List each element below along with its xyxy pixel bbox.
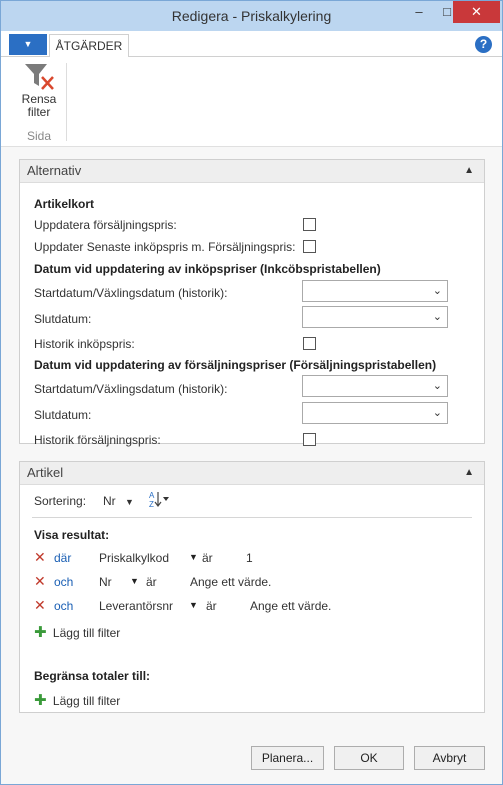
svg-text:Z: Z — [149, 500, 154, 509]
add-totals-filter-button[interactable]: ✚ Lägg till filter — [34, 691, 120, 709]
plus-icon: ✚ — [34, 692, 47, 709]
chevron-down-icon: ⌄ — [432, 407, 442, 419]
close-button[interactable]: ✕ — [453, 1, 500, 23]
filter-operator: är — [206, 599, 217, 613]
purchase-history-checkbox[interactable] — [303, 337, 316, 350]
remove-filter-icon[interactable]: ✕ — [34, 597, 46, 614]
purchase-end-label: Slutdatum: — [34, 312, 92, 326]
ok-button[interactable]: OK — [334, 746, 404, 770]
chevron-down-icon[interactable]: ▼ — [189, 600, 198, 610]
limit-totals-label: Begränsa totaler till: — [34, 669, 151, 683]
sales-end-date-field[interactable]: ⌄ — [302, 402, 448, 424]
item-panel-header[interactable]: Artikel ▲ — [20, 462, 484, 485]
app-menu-button[interactable]: ▼ — [9, 34, 47, 55]
update-sales-price-label: Uppdatera försäljningspris: — [34, 218, 177, 232]
filter-row: ✕ där Priskalkylkod ▼ är 1 — [34, 549, 474, 569]
item-panel-title: Artikel — [27, 465, 64, 480]
purchase-start-date-field[interactable]: ⌄ — [302, 280, 448, 302]
sort-field-select[interactable]: Nr ▼ — [103, 494, 134, 508]
dialog-window: Redigera - Priskalkylering – □ ✕ ▼ ÅTGÄR… — [0, 0, 503, 785]
options-panel-title: Alternativ — [27, 163, 82, 178]
add-filter-label: Lägg till filter — [52, 626, 121, 640]
purchase-history-label: Historik inköpspris: — [34, 337, 135, 351]
sort-field-value: Nr — [103, 494, 116, 508]
dialog-button-bar: Planera... OK Avbryt — [1, 727, 502, 784]
ribbon: Rensa filter Sida — [1, 57, 502, 147]
chevron-down-icon: ⌄ — [432, 311, 442, 323]
svg-text:A: A — [149, 491, 155, 500]
filter-row: ✕ och Leverantörsnr ▼ är Ange ett värde. — [34, 597, 474, 617]
sales-start-date-field[interactable]: ⌄ — [302, 375, 448, 397]
item-panel: Artikel ▲ Sortering: Nr ▼ A Z Visa resul… — [19, 461, 485, 713]
section-sales-dates: Datum vid uppdatering av försäljningspri… — [34, 358, 437, 372]
chevron-down-icon: ⌄ — [432, 380, 442, 392]
options-panel: Alternativ ▲ Artikelkort Uppdatera försä… — [19, 159, 485, 447]
filter-operator: är — [146, 575, 157, 589]
chevron-down-icon: ▼ — [125, 497, 134, 507]
sort-ascending-icon: A Z — [149, 491, 169, 509]
sales-start-label: Startdatum/Växlingsdatum (historik): — [34, 382, 228, 396]
minimize-button[interactable]: – — [405, 1, 433, 23]
divider — [32, 517, 472, 518]
purchase-start-label: Startdatum/Växlingsdatum (historik): — [34, 286, 228, 300]
options-panel-header[interactable]: Alternativ ▲ — [20, 160, 484, 183]
chevron-down-icon[interactable]: ▼ — [189, 552, 198, 562]
plus-icon: ✚ — [34, 624, 47, 641]
clear-filter-icon — [25, 64, 54, 90]
collapse-icon[interactable]: ▲ — [464, 160, 474, 182]
filter-value[interactable]: Ange ett värde. — [250, 599, 331, 613]
filter-connector: och — [54, 599, 74, 613]
sales-end-label: Slutdatum: — [34, 408, 92, 422]
show-results-label: Visa resultat: — [34, 528, 110, 542]
ribbon-tab-bar: ▼ ÅTGÄRDER ? — [1, 31, 502, 58]
cancel-button[interactable]: Avbryt — [414, 746, 485, 770]
filter-value[interactable]: 1 — [246, 551, 253, 565]
filter-operator: är — [202, 551, 213, 565]
update-last-purchase-checkbox[interactable] — [303, 240, 316, 253]
filter-connector: där — [54, 551, 72, 565]
filter-field[interactable]: Nr — [99, 575, 112, 589]
ribbon-group-label: Sida — [26, 129, 52, 143]
add-totals-filter-label: Lägg till filter — [52, 694, 121, 708]
update-last-purchase-label: Uppdater Senaste inköpspris m. Försäljni… — [34, 240, 296, 254]
plan-button[interactable]: Planera... — [251, 746, 324, 770]
ribbon-divider — [66, 63, 67, 141]
sales-history-checkbox[interactable] — [303, 433, 316, 446]
clear-filter-button[interactable]: Rensa filter — [13, 61, 65, 127]
filter-connector: och — [54, 575, 74, 589]
purchase-end-date-field[interactable]: ⌄ — [302, 306, 448, 328]
chevron-down-icon: ⌄ — [432, 285, 442, 297]
clear-filter-label-2: filter — [27, 105, 51, 119]
add-filter-button[interactable]: ✚ Lägg till filter — [34, 623, 120, 641]
clear-filter-label-1: Rensa — [21, 92, 57, 106]
sort-direction-button[interactable]: A Z — [148, 489, 170, 512]
filter-row: ✕ och Nr ▼ är Ange ett värde. — [34, 573, 474, 593]
section-purchase-dates: Datum vid uppdatering av inköpspriser (I… — [34, 262, 381, 276]
collapse-icon[interactable]: ▲ — [464, 462, 474, 484]
chevron-down-icon[interactable]: ▼ — [130, 576, 139, 586]
remove-filter-icon[interactable]: ✕ — [34, 573, 46, 590]
title-bar: Redigera - Priskalkylering – □ ✕ — [1, 1, 502, 31]
filter-value[interactable]: Ange ett värde. — [190, 575, 271, 589]
filter-field[interactable]: Priskalkylkod — [99, 551, 169, 565]
filter-field[interactable]: Leverantörsnr — [99, 599, 173, 613]
section-item-card: Artikelkort — [34, 197, 95, 211]
content-area: Alternativ ▲ Artikelkort Uppdatera försä… — [1, 147, 502, 727]
remove-filter-icon[interactable]: ✕ — [34, 549, 46, 566]
sales-history-label: Historik försäljningspris: — [34, 433, 161, 447]
sort-label: Sortering: — [34, 494, 87, 508]
help-icon[interactable]: ? — [475, 36, 492, 53]
update-sales-price-checkbox[interactable] — [303, 218, 316, 231]
tab-actions[interactable]: ÅTGÄRDER — [49, 34, 129, 58]
